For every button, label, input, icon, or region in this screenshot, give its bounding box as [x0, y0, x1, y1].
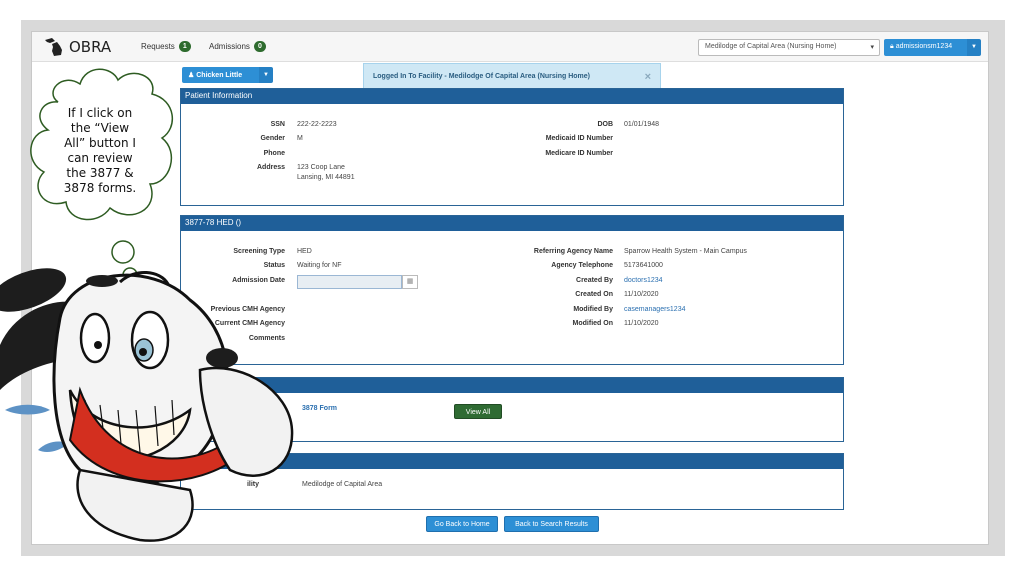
cartoon-dog-illustration — [0, 268, 294, 542]
cartoon-overlay — [0, 68, 294, 542]
thought-bubble-text: If I click on the “View All” button I ca… — [63, 106, 137, 195]
